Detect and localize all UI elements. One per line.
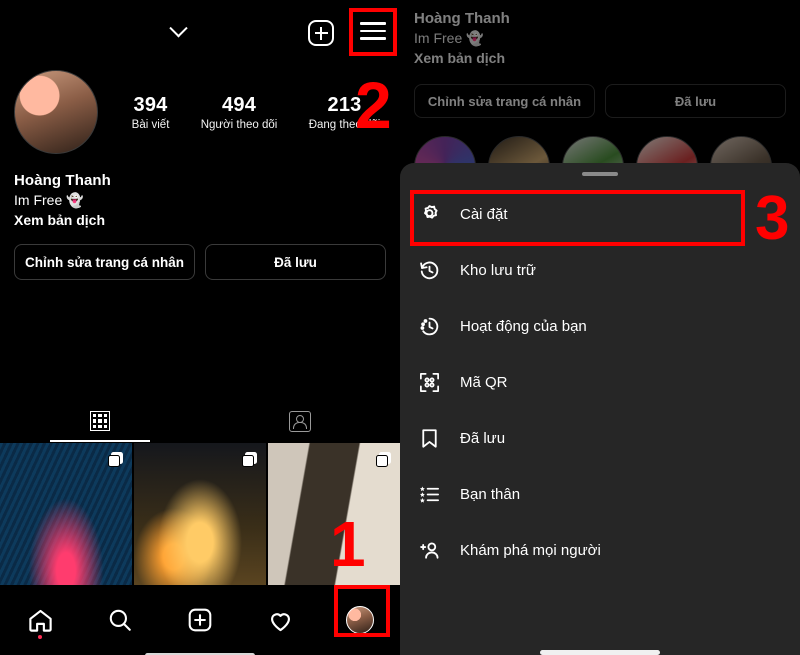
carousel-icon — [376, 452, 391, 467]
home-notification-dot — [38, 635, 42, 639]
post-thumbnail-2[interactable] — [134, 443, 266, 585]
screenshot-root: 2 394 Bài viết 494 Người theo dõi 213 Đa… — [0, 0, 800, 655]
archive-menu-item[interactable]: Kho lưu trữ — [400, 242, 800, 298]
hamburger-menu-icon[interactable] — [360, 20, 386, 42]
stat-posts-value: 394 — [133, 93, 168, 116]
annotation-number-1: 1 — [330, 508, 366, 580]
saved-menu-item-label: Đã lưu — [460, 429, 506, 447]
right-phone-screen: Hoàng Thanh Im Free 👻 Xem bản dịch Chỉnh… — [400, 0, 800, 655]
your-activity-menu-item[interactable]: Hoạt động của bạn — [400, 298, 800, 354]
your-activity-menu-item-label: Hoạt động của bạn — [460, 317, 587, 335]
annotation-number-2: 2 — [355, 68, 392, 142]
settings-bottom-sheet: Cài đặt Kho lưu trữ Hoạt động của bạn Mã… — [400, 163, 800, 655]
heart-icon — [270, 612, 290, 631]
chevron-down-icon[interactable] — [160, 18, 196, 44]
bottom-navigation — [0, 585, 400, 655]
avatar-icon — [346, 606, 374, 634]
archive-clock-icon — [414, 255, 444, 285]
nav-create[interactable] — [160, 585, 240, 655]
star-list-icon — [414, 479, 444, 509]
discover-people-menu-item-label: Khám phá mọi người — [460, 541, 601, 559]
carousel-icon — [108, 452, 123, 467]
qr-code-menu-item[interactable]: Mã QR — [400, 354, 800, 410]
close-friends-menu-item[interactable]: Bạn thân — [400, 466, 800, 522]
post-thumbnail-1[interactable] — [0, 443, 132, 585]
profile-header-row: 394 Bài viết 494 Người theo dõi 213 Đang… — [0, 62, 400, 162]
discover-people-menu-item[interactable]: Khám phá mọi người — [400, 522, 800, 578]
sheet-home-indicator-bar — [540, 650, 660, 655]
profile-name: Hoàng Thanh — [14, 172, 111, 189]
search-icon — [109, 609, 131, 631]
qr-code-menu-item-label: Mã QR — [460, 373, 508, 391]
left-phone-screen: 2 394 Bài viết 494 Người theo dõi 213 Đa… — [0, 0, 400, 655]
tagged-person-icon — [289, 410, 311, 432]
qr-code-icon — [414, 367, 444, 397]
profile-tabs — [0, 400, 400, 442]
grid-icon — [90, 411, 110, 431]
settings-menu: Cài đặt Kho lưu trữ Hoạt động của bạn Mã… — [400, 176, 800, 578]
annotation-number-3: 3 — [755, 184, 790, 253]
saved-menu-item[interactable]: Đã lưu — [400, 410, 800, 466]
activity-clock-icon — [414, 311, 444, 341]
dim-profile-bio: Hoàng Thanh Im Free 👻 Xem bản dịch — [400, 6, 800, 66]
profile-topbar — [0, 0, 400, 62]
stat-followers-value: 494 — [222, 93, 257, 116]
nav-activity[interactable] — [240, 585, 320, 655]
dim-edit-profile-button: Chỉnh sửa trang cá nhân — [414, 84, 595, 118]
stat-followers[interactable]: 494 Người theo dõi — [201, 94, 278, 131]
edit-profile-button[interactable]: Chỉnh sửa trang cá nhân — [14, 244, 195, 280]
grid-tab[interactable] — [0, 400, 200, 442]
profile-avatar[interactable] — [14, 70, 98, 154]
see-translation-link[interactable]: Xem bản dịch — [14, 212, 386, 228]
bookmark-icon — [414, 423, 444, 453]
plus-box-icon — [188, 608, 212, 632]
profile-bio-text: Im Free 👻 — [14, 192, 84, 208]
plus-box-icon[interactable] — [308, 20, 334, 46]
carousel-icon — [242, 452, 257, 467]
nav-search[interactable] — [80, 585, 160, 655]
dim-profile-action-buttons: Chỉnh sửa trang cá nhân Đã lưu — [400, 66, 800, 118]
home-icon — [28, 609, 52, 632]
dim-saved-button: Đã lưu — [605, 84, 786, 118]
settings-menu-item-label: Cài đặt — [460, 205, 508, 223]
nav-profile[interactable] — [320, 585, 400, 655]
saved-button[interactable]: Đã lưu — [205, 244, 386, 280]
active-tab-underline — [50, 440, 150, 442]
profile-action-buttons: Chỉnh sửa trang cá nhân Đã lưu — [0, 228, 400, 280]
dim-see-translation-link: Xem bản dịch — [414, 50, 506, 66]
dim-profile-bio-text: Im Free 👻 — [414, 30, 484, 46]
close-friends-menu-item-label: Bạn thân — [460, 485, 521, 503]
tagged-tab[interactable] — [200, 400, 400, 442]
profile-bio: Hoàng Thanh Im Free 👻 Xem bản dịch — [0, 162, 400, 228]
stat-posts[interactable]: 394 Bài viết — [132, 94, 170, 131]
stat-followers-label: Người theo dõi — [200, 118, 278, 131]
stat-posts-label: Bài viết — [131, 118, 170, 131]
archive-menu-item-label: Kho lưu trữ — [460, 261, 536, 279]
gear-icon — [414, 199, 444, 229]
settings-menu-item[interactable]: Cài đặt — [400, 186, 800, 242]
nav-home[interactable] — [0, 585, 80, 655]
add-person-icon — [414, 535, 444, 565]
dim-profile-name: Hoàng Thanh — [414, 10, 510, 27]
